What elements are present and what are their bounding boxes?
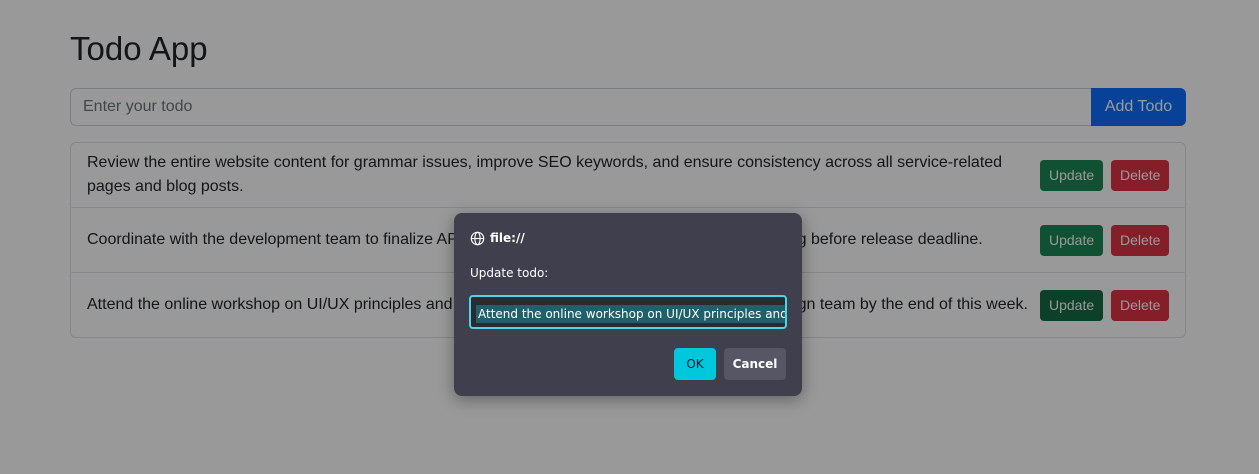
dialog-origin: file:// (470, 230, 525, 246)
dialog-input-value[interactable]: Attend the online workshop on UI/UX prin… (476, 305, 785, 323)
prompt-dialog: file:// Update todo: Attend the online w… (454, 213, 802, 396)
dialog-message: Update todo: (470, 266, 549, 280)
globe-icon (470, 231, 485, 245)
ok-button[interactable]: OK (674, 348, 716, 380)
cancel-button[interactable]: Cancel (724, 348, 786, 380)
dialog-origin-text: file:// (490, 231, 525, 245)
dialog-input[interactable]: Attend the online workshop on UI/UX prin… (469, 295, 787, 329)
